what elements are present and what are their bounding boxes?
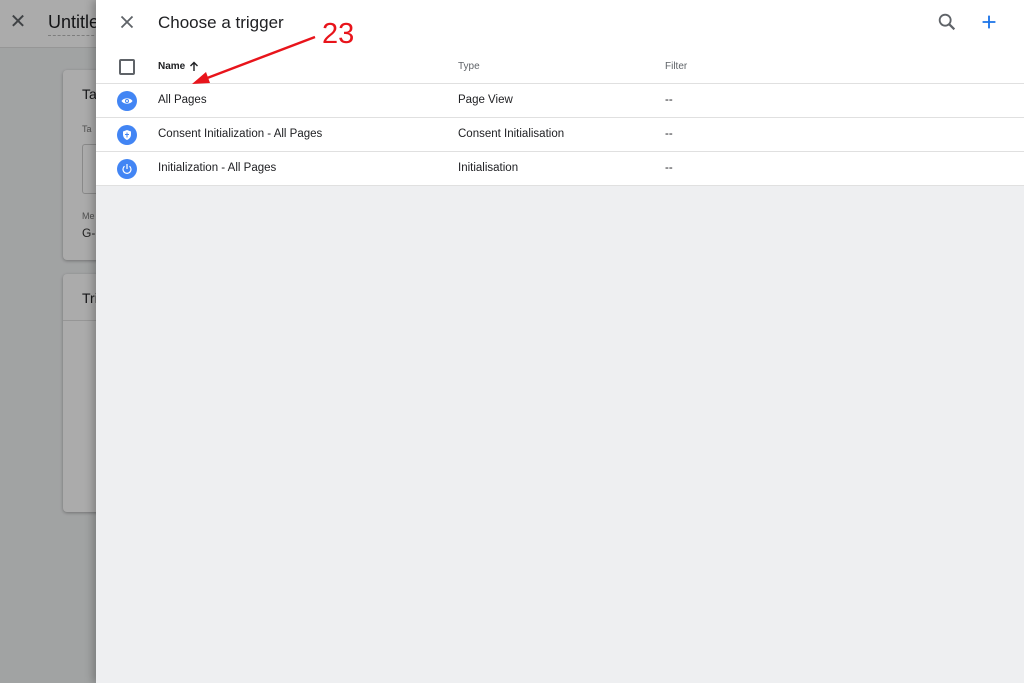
shield-icon [123,130,131,140]
trigger-type-icon [117,125,137,145]
table-header: Name Type Filter [96,50,1024,84]
trigger-filter: -- [665,128,673,140]
trigger-name: All Pages [158,94,207,106]
trigger-type: Initialisation [458,162,519,174]
panel-title: Choose a trigger [158,13,284,32]
trigger-type-icon [117,91,137,111]
trigger-type: Consent Initialisation [458,128,565,140]
trigger-type-icon [117,159,137,179]
close-icon [120,15,134,29]
add-trigger-button[interactable] [978,11,1000,33]
search-button[interactable] [936,11,958,33]
close-button[interactable] [116,11,138,33]
arrow-up-icon [190,61,199,71]
choose-trigger-panel: Choose a trigger Name Type Filter All Pa… [96,0,1024,683]
column-header-type[interactable]: Type [458,61,480,72]
trigger-name: Consent Initialization - All Pages [158,128,323,140]
trigger-filter: -- [665,94,673,106]
select-all-checkbox[interactable] [119,59,135,75]
plus-icon [982,15,996,29]
table-row[interactable]: All Pages Page View -- [96,84,1024,118]
trigger-type: Page View [458,94,513,106]
trigger-filter: -- [665,162,673,174]
column-header-filter[interactable]: Filter [665,61,687,72]
table-row[interactable]: Consent Initialization - All Pages Conse… [96,118,1024,152]
trigger-name: Initialization - All Pages [158,162,277,174]
power-icon [122,164,132,174]
column-header-name[interactable]: Name [158,61,199,72]
search-icon [938,13,956,31]
column-header-name-label: Name [158,61,186,72]
eye-icon [121,98,133,104]
table-row[interactable]: Initialization - All Pages Initialisatio… [96,152,1024,186]
panel-content: Choose a trigger Name Type Filter All Pa… [96,0,1024,186]
